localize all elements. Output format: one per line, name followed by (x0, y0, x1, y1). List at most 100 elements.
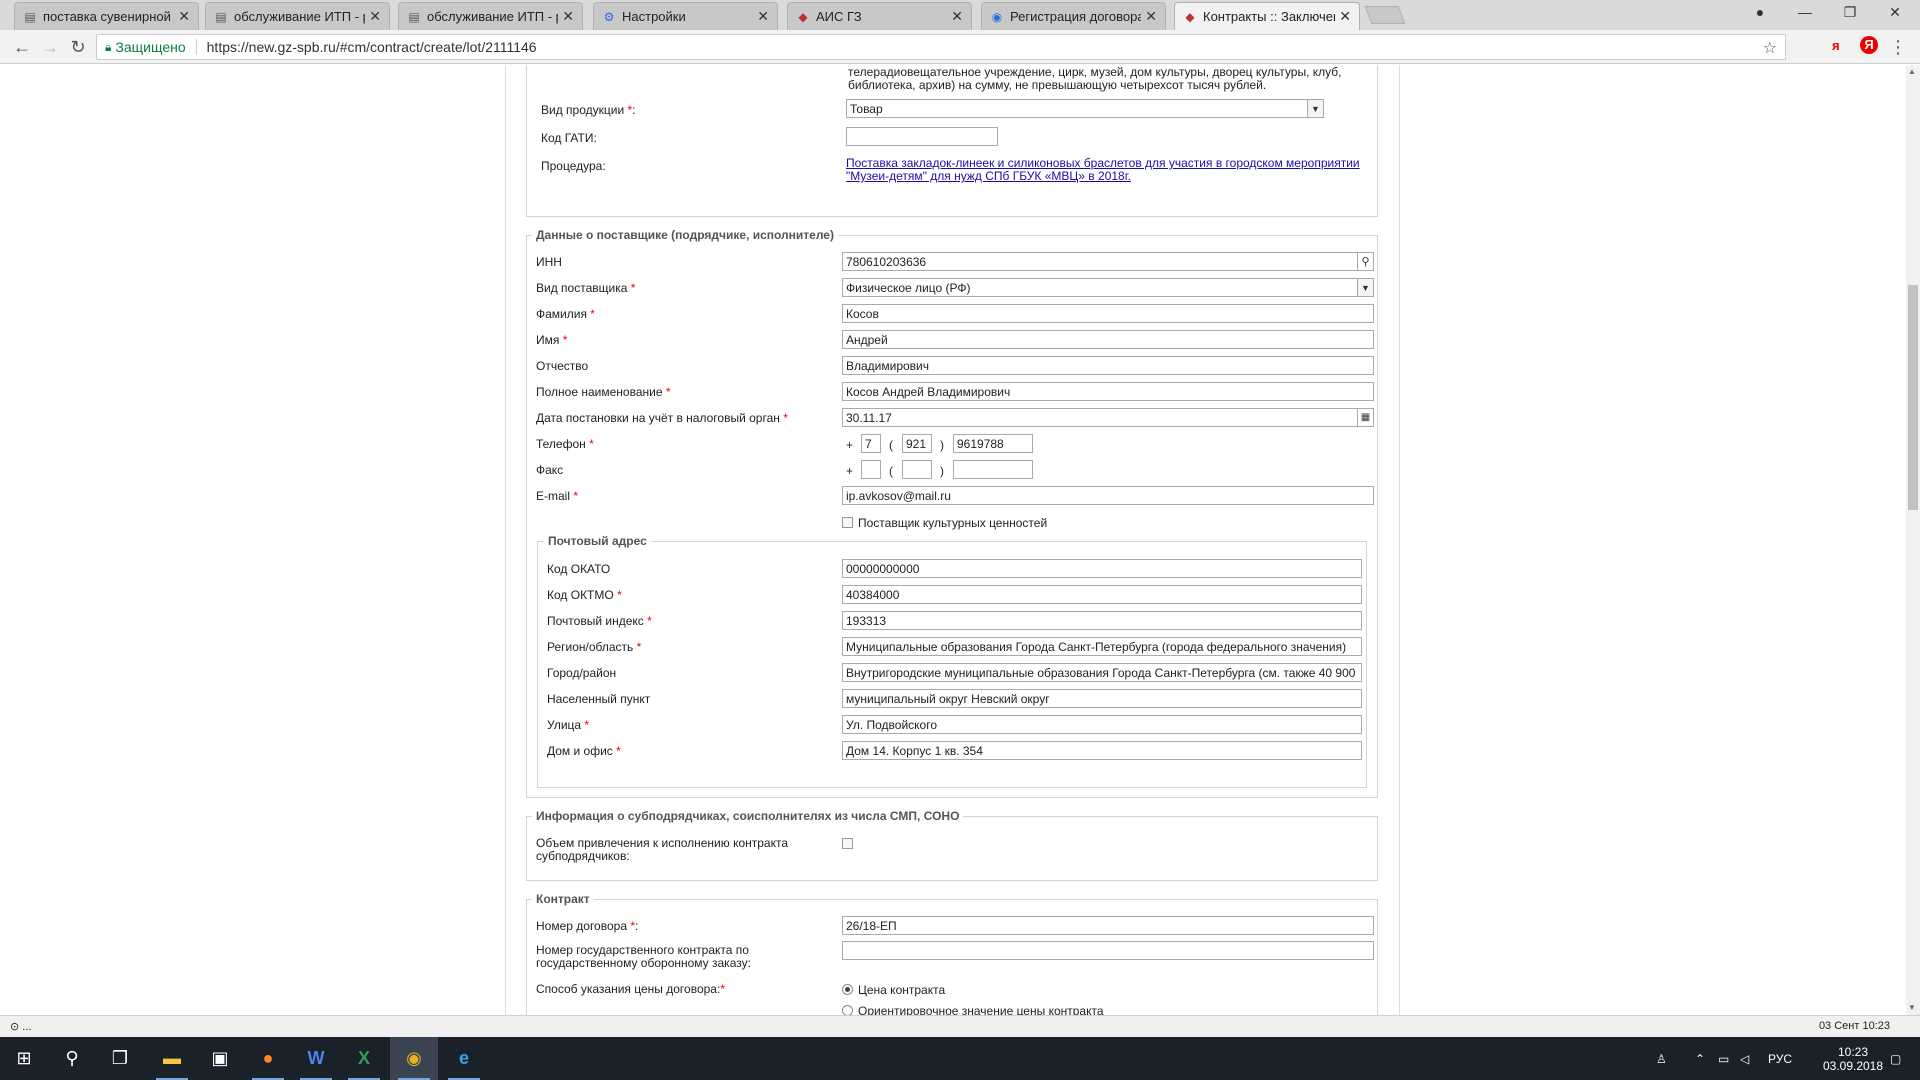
fax-plus: + (846, 464, 854, 478)
browser-tab-3[interactable]: ▤ обслуживание ИТП - ре ✕ (398, 2, 583, 30)
gati-label: Код ГАТИ: (541, 131, 597, 145)
fax-code-input[interactable] (902, 460, 932, 479)
excel-icon[interactable]: X (340, 1037, 388, 1080)
search-icon[interactable]: ⚲ (48, 1037, 96, 1080)
fax-number-input[interactable] (953, 460, 1033, 479)
patronymic-label: Отчество (536, 359, 589, 373)
region-input[interactable]: Муниципальные образования Города Санкт-П… (842, 637, 1362, 656)
gati-input[interactable] (846, 127, 998, 146)
cultural-supplier-checkbox[interactable] (842, 517, 853, 528)
phone-code-input[interactable]: 921 (902, 434, 932, 453)
surname-input[interactable]: Косов (842, 304, 1374, 323)
restore-icon[interactable]: ❐ (1830, 4, 1870, 21)
search-icon[interactable]: ⚲ (1357, 253, 1373, 270)
taxdate-input[interactable]: 30.11.17 ▦ (842, 408, 1374, 427)
close-icon[interactable]: ✕ (178, 8, 190, 25)
minimize-icon[interactable]: — (1785, 4, 1825, 20)
taxdate-label-text: Дата постановки на учёт в налоговый орга… (536, 411, 784, 425)
yandex-browser-icon[interactable]: Я (1860, 36, 1878, 54)
new-tab-button[interactable] (1364, 6, 1406, 24)
postal-address-legend: Почтовый адрес (544, 534, 651, 548)
chevron-down-icon[interactable]: ▼ (1307, 100, 1323, 117)
price-option-2-radio[interactable] (842, 1005, 853, 1015)
supplier-type-select[interactable]: Физическое лицо (РФ) ▼ (842, 278, 1374, 297)
scrollbar-thumb[interactable] (1908, 285, 1918, 510)
oktmo-input[interactable]: 40384000 (842, 585, 1362, 604)
close-icon[interactable]: ✕ (757, 8, 769, 25)
contract-number-input[interactable]: 26/18-ЕП (842, 916, 1374, 935)
forward-arrow-icon[interactable]: → (38, 37, 62, 58)
keyboard-language[interactable]: РУС (1768, 1037, 1792, 1080)
close-icon[interactable]: ✕ (951, 8, 963, 25)
house-input[interactable]: Дом 14. Корпус 1 кв. 354 (842, 741, 1362, 760)
name-label: Имя * (536, 333, 567, 347)
zip-input[interactable]: 193313 (842, 611, 1362, 630)
name-input[interactable]: Андрей (842, 330, 1374, 349)
close-icon[interactable]: ✕ (1339, 8, 1351, 25)
browser-tab-7-active[interactable]: ◆ Контракты :: Заключени ✕ (1174, 2, 1360, 30)
tray-clock[interactable]: 10:23 03.09.2018 (1818, 1037, 1888, 1080)
page-scrollbar[interactable]: ▲ ▼ (1906, 65, 1920, 1015)
phone-label-text: Телефон (536, 437, 590, 451)
price-option-1-radio[interactable] (842, 984, 853, 995)
notifications-icon[interactable]: ▢ (1890, 1037, 1912, 1080)
email-input[interactable]: ip.avkosov@mail.ru (842, 486, 1374, 505)
chevron-down-icon[interactable]: ▼ (1357, 279, 1373, 296)
chrome-icon[interactable]: ◉ (390, 1037, 438, 1080)
browser-tab-5[interactable]: ◆ АИС ГЗ ✕ (787, 2, 972, 30)
browser-tab-4[interactable]: ⚙ Настройки ✕ (593, 2, 778, 30)
network-icon[interactable]: ▭ (1718, 1037, 1734, 1080)
fullname-input[interactable]: Косов Андрей Владимирович (842, 382, 1374, 401)
bookmark-star-icon[interactable]: ☆ (1763, 38, 1777, 58)
windows-start-icon[interactable]: ⊞ (0, 1037, 48, 1080)
product-type-value: Товар (850, 102, 883, 116)
word-icon[interactable]: W (292, 1037, 340, 1080)
fax-country-input[interactable] (861, 460, 881, 479)
oktmo-label: Код ОКТМО * (547, 588, 622, 602)
browser-tab-6[interactable]: ◉ Регистрация договора | ✕ (981, 2, 1166, 30)
yandex-ext-icon[interactable]: я (1832, 38, 1840, 53)
back-arrow-icon[interactable]: ← (10, 37, 34, 58)
taxdate-label: Дата постановки на учёт в налоговый орга… (536, 411, 788, 425)
product-type-select[interactable]: Товар ▼ (846, 99, 1324, 118)
required-star: * (783, 411, 788, 425)
email-label: E-mail * (536, 489, 578, 503)
close-icon[interactable]: ✕ (369, 8, 381, 25)
file-explorer-icon[interactable]: ▬ (148, 1037, 196, 1080)
browser-tab-2[interactable]: ▤ обслуживание ИТП - ре ✕ (205, 2, 390, 30)
task-view-icon[interactable]: ❐ (96, 1037, 144, 1080)
subcontract-checkbox[interactable] (842, 838, 853, 849)
internet-explorer-icon[interactable]: e (440, 1037, 488, 1080)
volume-icon[interactable]: ◁ (1740, 1037, 1756, 1080)
tray-chevron-up-icon[interactable]: ⌃ (1695, 1037, 1711, 1080)
phone-country-input[interactable]: 7 (861, 434, 881, 453)
people-icon[interactable]: ♙ (1656, 1037, 1676, 1080)
okato-input[interactable]: 00000000000 (842, 559, 1362, 578)
contract-form: телерадиовещательное учреждение, цирк, м… (505, 65, 1400, 1015)
city-input[interactable]: Внутригородские муниципальные образовани… (842, 663, 1362, 682)
oktmo-label-text: Код ОКТМО (547, 588, 618, 602)
close-icon[interactable]: ✕ (562, 8, 574, 25)
scroll-down-icon[interactable]: ▼ (1908, 1003, 1916, 1012)
close-icon[interactable]: ✕ (1145, 8, 1157, 25)
browser-tab-1[interactable]: ▤ поставка сувенирной пр ✕ (14, 2, 199, 30)
reload-icon[interactable]: ↻ (66, 37, 90, 58)
inn-input[interactable]: 780610203636 ⚲ (842, 252, 1374, 271)
street-input[interactable]: Ул. Подвойского (842, 715, 1362, 734)
window-close-icon[interactable]: ✕ (1875, 4, 1915, 21)
scroll-up-icon[interactable]: ▲ (1908, 67, 1916, 76)
calendar-icon[interactable]: ▦ (1357, 409, 1373, 426)
gov-contract-input[interactable] (842, 941, 1374, 960)
profile-icon[interactable]: ● (1740, 4, 1780, 20)
procedure-label: Процедура: (541, 159, 606, 173)
store-icon[interactable]: ▣ (196, 1037, 244, 1080)
phone-number-input[interactable]: 9619788 (953, 434, 1033, 453)
locality-input[interactable]: муниципальный округ Невский округ (842, 689, 1362, 708)
url-omnibox[interactable]: 🔒︎ Защищено https://new.gz-spb.ru/#cm/co… (96, 34, 1786, 60)
locality-label: Населенный пункт (547, 692, 651, 706)
procedure-link-line-2[interactable]: "Музеи-детям" для нужд СПб ГБУК «МВЦ» в … (846, 170, 1131, 183)
browser-menu-icon[interactable]: ⋮ (1886, 37, 1910, 58)
patronymic-input[interactable]: Владимирович (842, 356, 1374, 375)
required-star: * (617, 588, 622, 602)
firefox-icon[interactable]: ● (244, 1037, 292, 1080)
